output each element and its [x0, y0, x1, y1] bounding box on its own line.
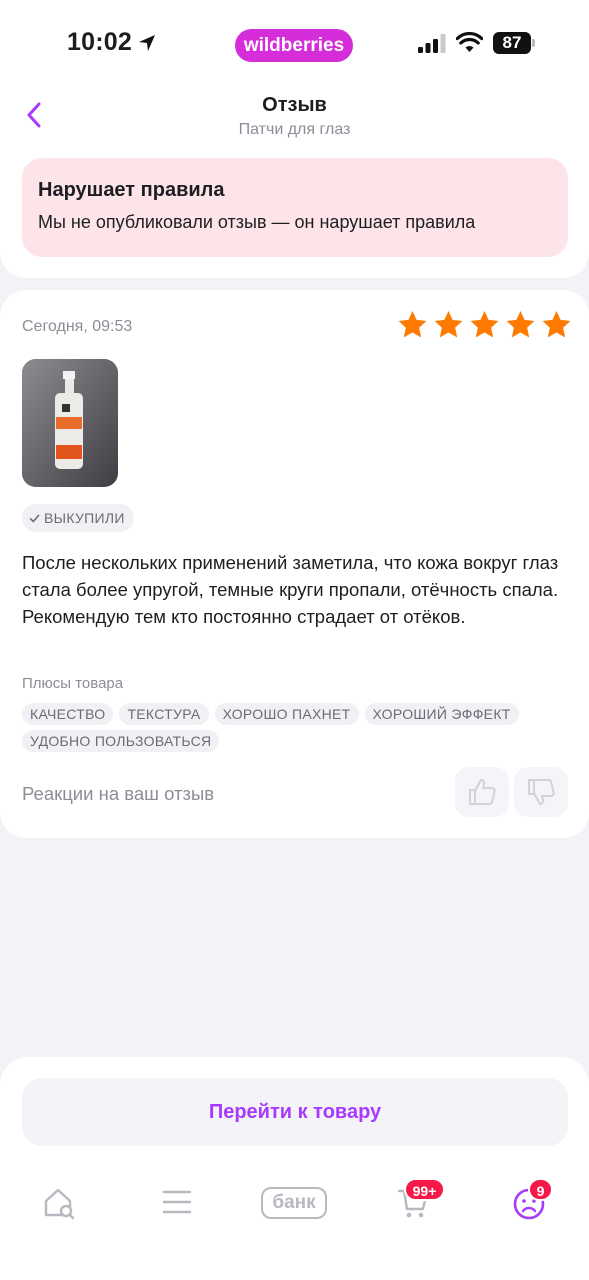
tab-bar: банк 99+ 9	[0, 1177, 589, 1237]
tab-bank[interactable]: банк	[258, 1177, 327, 1237]
thumbs-down-icon	[528, 779, 555, 805]
pros-tag: ХОРОШИЙ ЭФФЕКТ	[364, 703, 519, 725]
pros-tag: УДОБНО ПОЛЬЗОВАТЬСЯ	[22, 730, 220, 752]
page-title: Отзыв	[262, 94, 327, 116]
tab-catalog[interactable]	[146, 1177, 206, 1237]
bought-label: ВЫКУПИЛИ	[44, 510, 125, 526]
review-date: Сегодня, 09:53	[22, 318, 133, 335]
check-icon	[29, 514, 40, 523]
star-icon	[398, 311, 427, 338]
star-rating	[396, 309, 573, 341]
tab-home[interactable]	[30, 1177, 90, 1237]
pros-tags: КАЧЕСТВО ТЕКСТУРА ХОРОШО ПАХНЕТ ХОРОШИЙ …	[22, 703, 562, 752]
tab-cart[interactable]: 99+	[382, 1177, 445, 1237]
wifi-icon	[456, 32, 483, 52]
thumbs-up-icon	[469, 779, 496, 805]
product-bottle-image	[22, 359, 118, 487]
like-button[interactable]	[455, 767, 509, 817]
star-icon	[506, 311, 535, 338]
status-time: 10:02	[67, 28, 132, 56]
location-arrow-icon	[139, 35, 155, 51]
violation-title: Нарушает правила	[38, 179, 225, 201]
review-card: Сегодня, 09:53 ВЫКУПИЛИ После нескольких…	[0, 290, 589, 838]
battery-cap	[532, 39, 535, 47]
go-to-product-button[interactable]: Перейти к товару	[22, 1078, 568, 1146]
menu-icon	[162, 1190, 192, 1214]
pros-tag: ТЕКСТУРА	[119, 703, 209, 725]
bottom-panel: Перейти к товару банк 99+ 9	[0, 1057, 589, 1280]
bank-label: банк	[261, 1187, 327, 1219]
home-search-icon	[44, 1188, 75, 1220]
battery-indicator: 87	[493, 32, 535, 54]
bought-badge: ВЫКУПИЛИ	[22, 504, 134, 532]
review-photo[interactable]	[22, 359, 118, 487]
battery-level: 87	[493, 32, 531, 54]
brand-pill: wildberries	[235, 29, 353, 62]
review-text: После нескольких применений заметила, чт…	[22, 552, 559, 627]
cellular-signal-icon	[418, 34, 446, 53]
cart-badge: 99+	[404, 1178, 445, 1201]
review-header: Отзыв Патчи для глаз Нарушает правила Мы…	[0, 70, 589, 278]
rules-violation-banner: Нарушает правила Мы не опубликовали отзы…	[22, 158, 568, 257]
star-icon	[470, 311, 499, 338]
star-icon	[434, 311, 463, 338]
pros-tag: КАЧЕСТВО	[22, 703, 114, 725]
status-bar: 10:02 wildberries 87	[0, 0, 589, 80]
profile-badge: 9	[528, 1178, 553, 1201]
violation-text: Мы не опубликовали отзыв — он нарушает п…	[38, 212, 476, 232]
page-subtitle[interactable]: Патчи для глаз	[0, 121, 589, 139]
dislike-button[interactable]	[514, 767, 568, 817]
star-icon	[542, 311, 571, 338]
tab-profile[interactable]: 9	[498, 1177, 558, 1237]
pros-tag: ХОРОШО ПАХНЕТ	[214, 703, 359, 725]
pros-label: Плюсы товара	[22, 675, 124, 692]
reactions-label: Реакции на ваш отзыв	[22, 783, 215, 804]
